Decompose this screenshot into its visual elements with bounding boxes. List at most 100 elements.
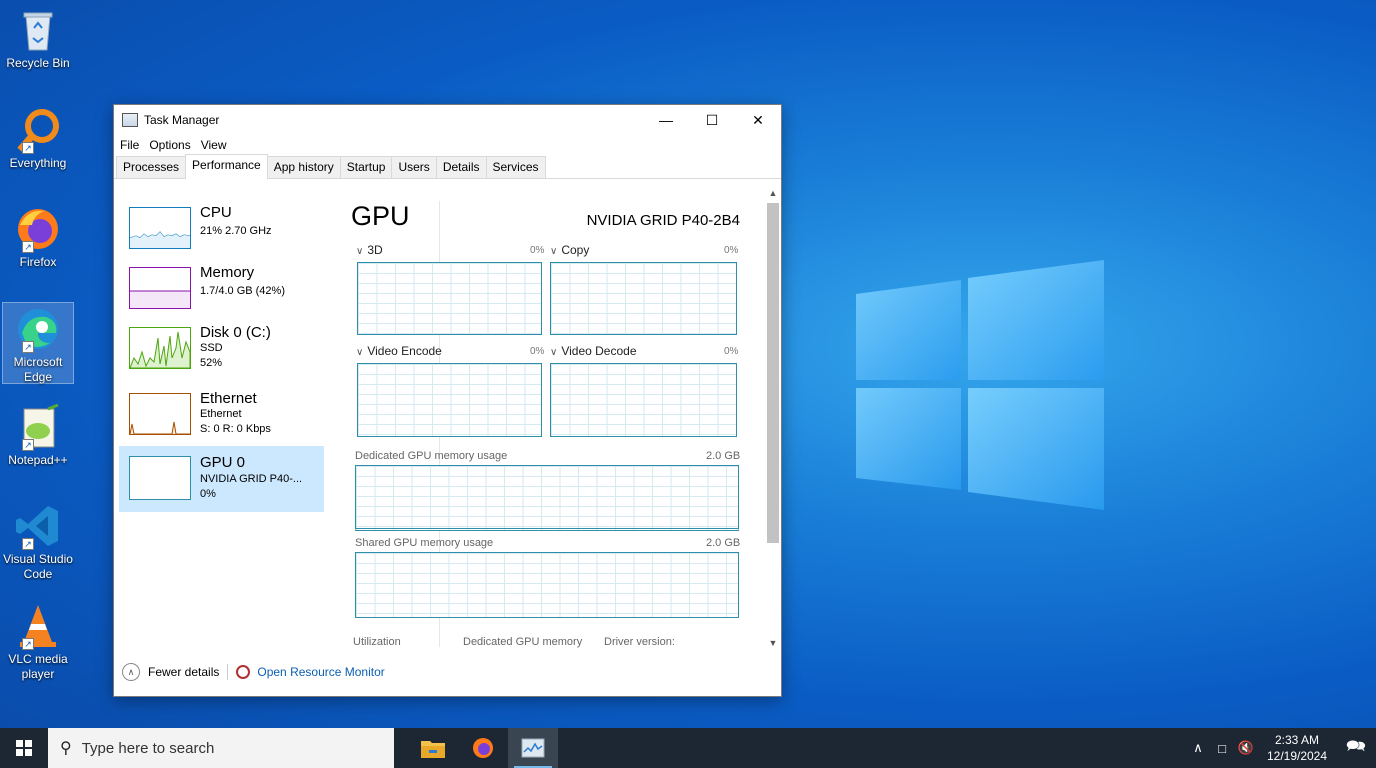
resource-detail: 21% 2.70 GHz xyxy=(200,225,272,237)
fewer-details-link[interactable]: Fewer details xyxy=(148,665,219,679)
taskbar-firefox[interactable] xyxy=(458,728,508,768)
engine-label: Copy xyxy=(561,243,590,257)
shortcut-arrow-icon: ↗ xyxy=(22,241,34,253)
shortcut-arrow-icon: ↗ xyxy=(22,638,34,650)
cpu-thumbnail-graph xyxy=(129,207,191,249)
volume-muted-icon[interactable]: 🔇 xyxy=(1234,740,1258,756)
shared-memory-label: Shared GPU memory usage xyxy=(355,537,494,549)
desktop-icon-vlc[interactable]: ↗ VLC media player xyxy=(2,600,74,682)
task-manager-icon xyxy=(122,113,138,127)
resource-item-gpu[interactable]: GPU 0 NVIDIA GRID P40-... 0% xyxy=(119,446,324,512)
maximize-button[interactable]: ☐ xyxy=(689,105,735,135)
network-icon[interactable]: □ xyxy=(1210,741,1234,756)
dedicated-memory-label: Dedicated GPU memory usage xyxy=(355,450,508,462)
window-title: Task Manager xyxy=(144,113,220,127)
shared-memory-max: 2.0 GB xyxy=(706,537,741,549)
taskbar-search-box[interactable]: ⚲ Type here to search xyxy=(48,728,394,768)
tab-processes[interactable]: Processes xyxy=(116,156,187,178)
resource-name: Ethernet xyxy=(200,390,257,407)
desktop-icon-label: Microsoft Edge xyxy=(13,355,63,384)
open-resource-monitor-link[interactable]: Open Resource Monitor xyxy=(257,665,384,679)
desktop-icon-label: Visual Studio Code xyxy=(3,552,73,581)
menu-file[interactable]: File xyxy=(120,138,139,152)
graph-copy xyxy=(550,262,737,335)
search-icon: ⚲ xyxy=(60,740,72,757)
chevron-down-icon: ∨ xyxy=(550,347,558,358)
desktop-icon-label: Notepad++ xyxy=(8,453,68,467)
shortcut-arrow-icon: ↗ xyxy=(22,142,34,154)
clock-time: 2:33 AM xyxy=(1274,733,1320,747)
resource-detail: SSD xyxy=(200,342,223,354)
vertical-scrollbar[interactable]: ▲ ▼ xyxy=(765,185,781,651)
resource-name: GPU 0 xyxy=(200,454,246,471)
recycle-bin-icon xyxy=(14,6,62,54)
shortcut-arrow-icon: ↗ xyxy=(22,341,34,353)
desktop-icon-label: Firefox xyxy=(19,255,57,269)
gpu-title: GPU xyxy=(351,201,410,231)
stat-dedicated-memory-label: Dedicated GPU memory xyxy=(463,636,583,648)
engine-selector-3d[interactable]: ∨ 3D xyxy=(356,243,383,257)
engine-selector-video-encode[interactable]: ∨ Video Encode xyxy=(356,344,442,358)
resource-detail: Ethernet xyxy=(200,408,242,420)
notification-icon[interactable]: 🗪 xyxy=(1336,735,1376,762)
menu-options[interactable]: Options xyxy=(149,138,190,152)
resource-item-memory[interactable]: Memory 1.7/4.0 GB (42%) xyxy=(119,258,324,322)
resource-detail: S: 0 R: 0 Kbps xyxy=(200,423,271,435)
menu-bar: File Options View xyxy=(114,135,781,155)
tab-performance[interactable]: Performance xyxy=(185,154,268,179)
resource-detail: NVIDIA GRID P40-... xyxy=(200,473,303,485)
dedicated-memory-max: 2.0 GB xyxy=(706,450,741,462)
desktop-icon-edge[interactable]: ↗ Microsoft Edge xyxy=(2,302,74,384)
windows-logo-wallpaper xyxy=(856,258,1106,510)
tab-details[interactable]: Details xyxy=(435,156,487,178)
resource-name: Disk 0 (C:) xyxy=(200,324,271,341)
chevron-up-icon[interactable]: ∧ xyxy=(1186,740,1210,756)
vscode-icon: ↗ xyxy=(14,502,62,550)
tab-app-history[interactable]: App history xyxy=(266,156,341,178)
resource-name: CPU xyxy=(200,204,232,221)
disk-thumbnail-graph xyxy=(129,327,191,369)
resource-item-disk[interactable]: Disk 0 (C:) SSD 52% xyxy=(119,318,324,382)
desktop-icon-label: Recycle Bin xyxy=(6,56,70,70)
stat-driver-version-label: Driver version: xyxy=(604,636,675,648)
desktop-icon-vscode[interactable]: ↗ Visual Studio Code xyxy=(2,500,74,582)
desktop-icon-everything[interactable]: ↗ Everything xyxy=(2,104,74,171)
chevron-down-icon: ∨ xyxy=(356,347,364,358)
tab-services[interactable]: Services xyxy=(485,156,546,178)
desktop-icon-notepadpp[interactable]: ↗ Notepad++ xyxy=(2,401,74,468)
windows-start-icon xyxy=(16,740,32,756)
menu-view[interactable]: View xyxy=(201,138,227,152)
minimize-button[interactable]: — xyxy=(643,105,689,135)
task-manager-icon xyxy=(521,738,545,758)
graph-dedicated-memory xyxy=(355,465,739,531)
resource-item-cpu[interactable]: CPU 21% 2.70 GHz xyxy=(119,198,324,262)
resource-detail: 0% xyxy=(200,488,216,500)
close-button[interactable]: ✕ xyxy=(735,105,781,135)
tab-startup[interactable]: Startup xyxy=(339,156,393,178)
start-button[interactable] xyxy=(0,728,48,768)
tab-users[interactable]: Users xyxy=(391,156,437,178)
engine-label: Video Decode xyxy=(561,344,637,358)
taskbar-file-explorer[interactable] xyxy=(408,728,458,768)
graph-3d xyxy=(357,262,542,335)
taskbar-task-manager[interactable] xyxy=(508,728,558,768)
engine-selector-copy[interactable]: ∨ Copy xyxy=(550,243,589,257)
scrollbar-thumb[interactable] xyxy=(767,203,779,543)
footer-bar: ∧ Fewer details Open Resource Monitor xyxy=(114,648,781,696)
desktop-icon-firefox[interactable]: ↗ Firefox xyxy=(2,203,74,270)
title-bar[interactable]: Task Manager — ☐ ✕ xyxy=(114,105,781,135)
engine-selector-video-decode[interactable]: ∨ Video Decode xyxy=(550,344,637,358)
system-tray: ∧ □ 🔇 2:33 AM 12/19/2024 🗪 xyxy=(1186,728,1376,768)
desktop-icon-recycle-bin[interactable]: Recycle Bin xyxy=(2,4,74,71)
chevron-up-icon[interactable]: ∧ xyxy=(122,663,140,681)
resource-detail: 52% xyxy=(200,357,223,369)
engine-percent: 0% xyxy=(530,245,545,256)
engine-percent: 0% xyxy=(530,346,545,357)
graph-shared-memory xyxy=(355,552,739,618)
clock[interactable]: 2:33 AM 12/19/2024 xyxy=(1258,732,1336,764)
folder-icon xyxy=(421,741,445,758)
scroll-up-arrow-icon[interactable]: ▲ xyxy=(765,185,781,201)
resource-list: CPU 21% 2.70 GHz Memory 1.7/4.0 GB (42%)… xyxy=(116,189,326,639)
graph-video-decode xyxy=(550,363,737,437)
resource-item-ethernet[interactable]: Ethernet Ethernet S: 0 R: 0 Kbps xyxy=(119,384,324,448)
